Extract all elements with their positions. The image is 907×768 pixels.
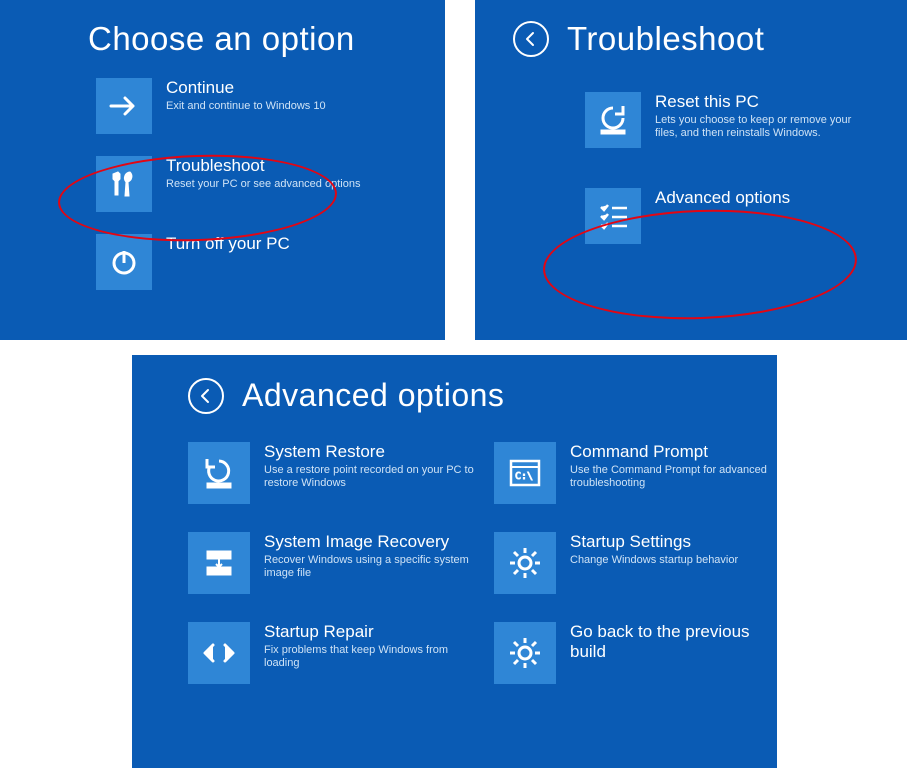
reset-pc-label: Reset this PC: [655, 92, 855, 112]
advanced-options-panel: Advanced options System Restore Use a re…: [132, 355, 777, 768]
turn-off-tile[interactable]: Turn off your PC: [96, 234, 425, 290]
restore-icon: [188, 442, 250, 504]
startup-settings-desc: Change Windows startup behavior: [570, 554, 738, 568]
tools-icon: [96, 156, 152, 212]
advanced-options-tile[interactable]: Advanced options: [585, 188, 887, 244]
startup-settings-label: Startup Settings: [570, 532, 738, 552]
code-icon: [188, 622, 250, 684]
gear-icon: [494, 622, 556, 684]
system-image-recovery-label: System Image Recovery: [264, 532, 474, 552]
back-button[interactable]: [188, 378, 224, 414]
continue-tile[interactable]: Continue Exit and continue to Windows 10: [96, 78, 425, 134]
reset-pc-desc: Lets you choose to keep or remove your f…: [655, 114, 855, 142]
power-icon: [96, 234, 152, 290]
image-recovery-icon: [188, 532, 250, 594]
page-title: Advanced options: [242, 377, 504, 414]
startup-repair-tile[interactable]: Startup Repair Fix problems that keep Wi…: [188, 622, 478, 684]
choose-option-panel: Choose an option Continue Exit and conti…: [0, 0, 445, 340]
checklist-icon: [585, 188, 641, 244]
system-restore-label: System Restore: [264, 442, 474, 462]
troubleshoot-label: Troubleshoot: [166, 156, 360, 176]
reset-pc-tile[interactable]: Reset this PC Lets you choose to keep or…: [585, 92, 887, 148]
back-button[interactable]: [513, 21, 549, 57]
startup-repair-desc: Fix problems that keep Windows from load…: [264, 644, 474, 672]
command-prompt-tile[interactable]: C:\ Command Prompt Use the Command Promp…: [494, 442, 777, 504]
continue-label: Continue: [166, 78, 326, 98]
system-image-recovery-tile[interactable]: System Image Recovery Recover Windows us…: [188, 532, 478, 594]
startup-repair-label: Startup Repair: [264, 622, 474, 642]
system-restore-tile[interactable]: System Restore Use a restore point recor…: [188, 442, 478, 504]
svg-text:C:\: C:\: [515, 471, 533, 482]
troubleshoot-desc: Reset your PC or see advanced options: [166, 178, 360, 192]
gear-icon: [494, 532, 556, 594]
system-image-recovery-desc: Recover Windows using a specific system …: [264, 554, 474, 582]
command-prompt-label: Command Prompt: [570, 442, 777, 462]
troubleshoot-panel: Troubleshoot Reset this PC Lets you choo…: [475, 0, 907, 340]
turn-off-label: Turn off your PC: [166, 234, 290, 254]
page-title: Choose an option: [88, 20, 355, 58]
startup-settings-tile[interactable]: Startup Settings Change Windows startup …: [494, 532, 777, 594]
command-prompt-desc: Use the Command Prompt for advanced trou…: [570, 464, 777, 492]
continue-desc: Exit and continue to Windows 10: [166, 100, 326, 114]
page-title: Troubleshoot: [567, 20, 764, 58]
advanced-options-label: Advanced options: [655, 188, 790, 208]
go-back-build-label: Go back to the previous build: [570, 622, 777, 661]
system-restore-desc: Use a restore point recorded on your PC …: [264, 464, 474, 492]
troubleshoot-tile[interactable]: Troubleshoot Reset your PC or see advanc…: [96, 156, 425, 212]
prompt-icon: C:\: [494, 442, 556, 504]
arrow-right-icon: [96, 78, 152, 134]
go-back-build-tile[interactable]: Go back to the previous build: [494, 622, 777, 684]
reset-icon: [585, 92, 641, 148]
